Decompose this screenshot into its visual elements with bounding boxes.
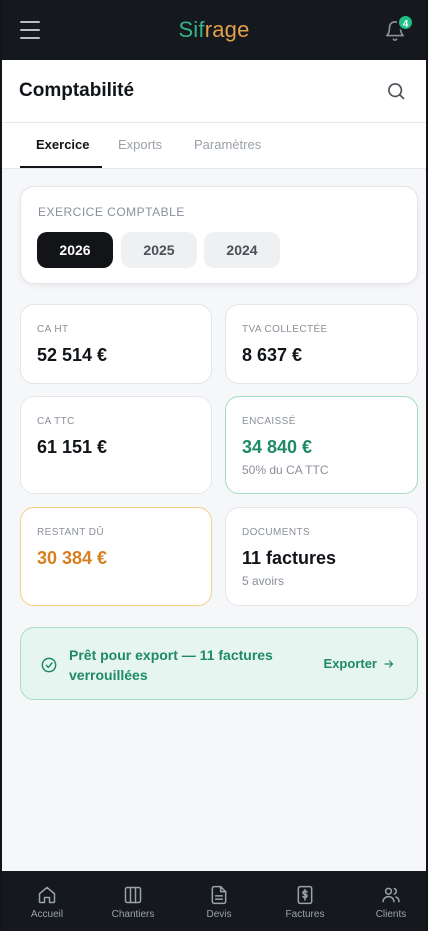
top-bar: Sifrage 4	[2, 0, 426, 60]
stat-card-ca-ttc: CA TTC 61 151 €	[20, 396, 212, 494]
app-frame: Sifrage 4 Comptabilité Exercice Exports …	[0, 0, 428, 931]
stat-label: ENCAISSÉ	[242, 416, 296, 427]
year-2024-button[interactable]: 2024	[204, 232, 280, 268]
tab-bar: Exercice Exports Paramètres	[2, 123, 426, 169]
stat-subtext: 50% du CA TTC	[242, 463, 329, 477]
stat-value: 52 514 €	[37, 345, 108, 365]
arrow-right-icon	[384, 659, 394, 668]
stat-label: CA TTC	[37, 416, 75, 427]
menu-line	[20, 37, 40, 39]
invoice-icon	[297, 885, 313, 905]
stat-value: 30 384 €	[37, 548, 108, 568]
menu-line	[20, 29, 40, 31]
stat-label: DOCUMENTS	[242, 527, 311, 538]
stat-subtext: 5 avoirs	[242, 574, 285, 588]
stat-card-encaisse: ENCAISSÉ 34 840 € 50% du CA TTC	[225, 396, 418, 494]
page-header: Comptabilité	[2, 60, 426, 123]
brand-logo: Sifrage	[178, 17, 249, 43]
check-circle-icon	[41, 657, 57, 673]
export-ready-banner: Prêt pour export — 11 factures verrouill…	[20, 627, 418, 700]
stat-value: 8 637 €	[242, 345, 303, 365]
nav-label: Clients	[375, 909, 407, 920]
stat-label: RESTANT DÛ	[37, 527, 104, 538]
exercise-selector-card: EXERCICE COMPTABLE 2026 2025 2024	[20, 186, 418, 284]
stat-label: TVA COLLECTÉE	[242, 324, 328, 335]
nav-item-factures[interactable]: Factures	[262, 871, 348, 931]
nav-label: Factures	[285, 909, 325, 920]
tab-exercice[interactable]: Exercice	[36, 137, 90, 152]
stat-card-restant-du: RESTANT DÛ 30 384 €	[20, 507, 212, 606]
users-icon	[382, 887, 400, 903]
stat-card-tva: TVA COLLECTÉE 8 637 €	[225, 304, 418, 384]
stat-value: 61 151 €	[37, 437, 108, 457]
search-icon	[388, 83, 405, 100]
page-title: Comptabilité	[19, 80, 135, 101]
columns-icon	[124, 886, 142, 904]
stat-card-ca-ht: CA HT 52 514 €	[20, 304, 212, 384]
exercise-label: EXERCICE COMPTABLE	[38, 205, 185, 219]
brand-part-1: Sif	[178, 17, 205, 42]
nav-label: Devis	[206, 909, 232, 920]
active-tab-indicator	[20, 166, 102, 168]
nav-label: Chantiers	[111, 909, 155, 920]
stat-value: 34 840 €	[242, 437, 313, 457]
stat-card-documents: DOCUMENTS 11 factures 5 avoirs	[225, 507, 418, 606]
menu-line	[20, 21, 40, 23]
home-icon	[38, 886, 56, 904]
bottom-navigation: Accueil Chantiers Devis Factures Clients	[2, 871, 426, 931]
nav-label: Accueil	[30, 909, 64, 920]
year-2025-button[interactable]: 2025	[121, 232, 197, 268]
tab-parametres[interactable]: Paramètres	[194, 137, 261, 152]
notification-badge: 4	[397, 14, 414, 31]
notifications-button[interactable]: 4	[384, 14, 414, 42]
nav-item-devis[interactable]: Devis	[176, 871, 262, 931]
stat-value: 11 factures	[242, 548, 337, 568]
nav-item-clients[interactable]: Clients	[348, 871, 428, 931]
tab-exports[interactable]: Exports	[118, 137, 162, 152]
menu-button[interactable]	[20, 21, 40, 39]
search-button[interactable]	[386, 81, 406, 101]
export-button-label: Exporter	[323, 656, 377, 671]
banner-message: Prêt pour export — 11 factures verrouill…	[69, 647, 273, 683]
brand-part-2: rage	[204, 17, 250, 42]
nav-item-accueil[interactable]: Accueil	[4, 871, 90, 931]
export-button[interactable]: Exporter	[324, 656, 395, 671]
stat-label: CA HT	[37, 324, 69, 335]
nav-item-chantiers[interactable]: Chantiers	[90, 871, 176, 931]
year-2026-button[interactable]: 2026	[37, 232, 113, 268]
document-icon	[211, 885, 227, 905]
